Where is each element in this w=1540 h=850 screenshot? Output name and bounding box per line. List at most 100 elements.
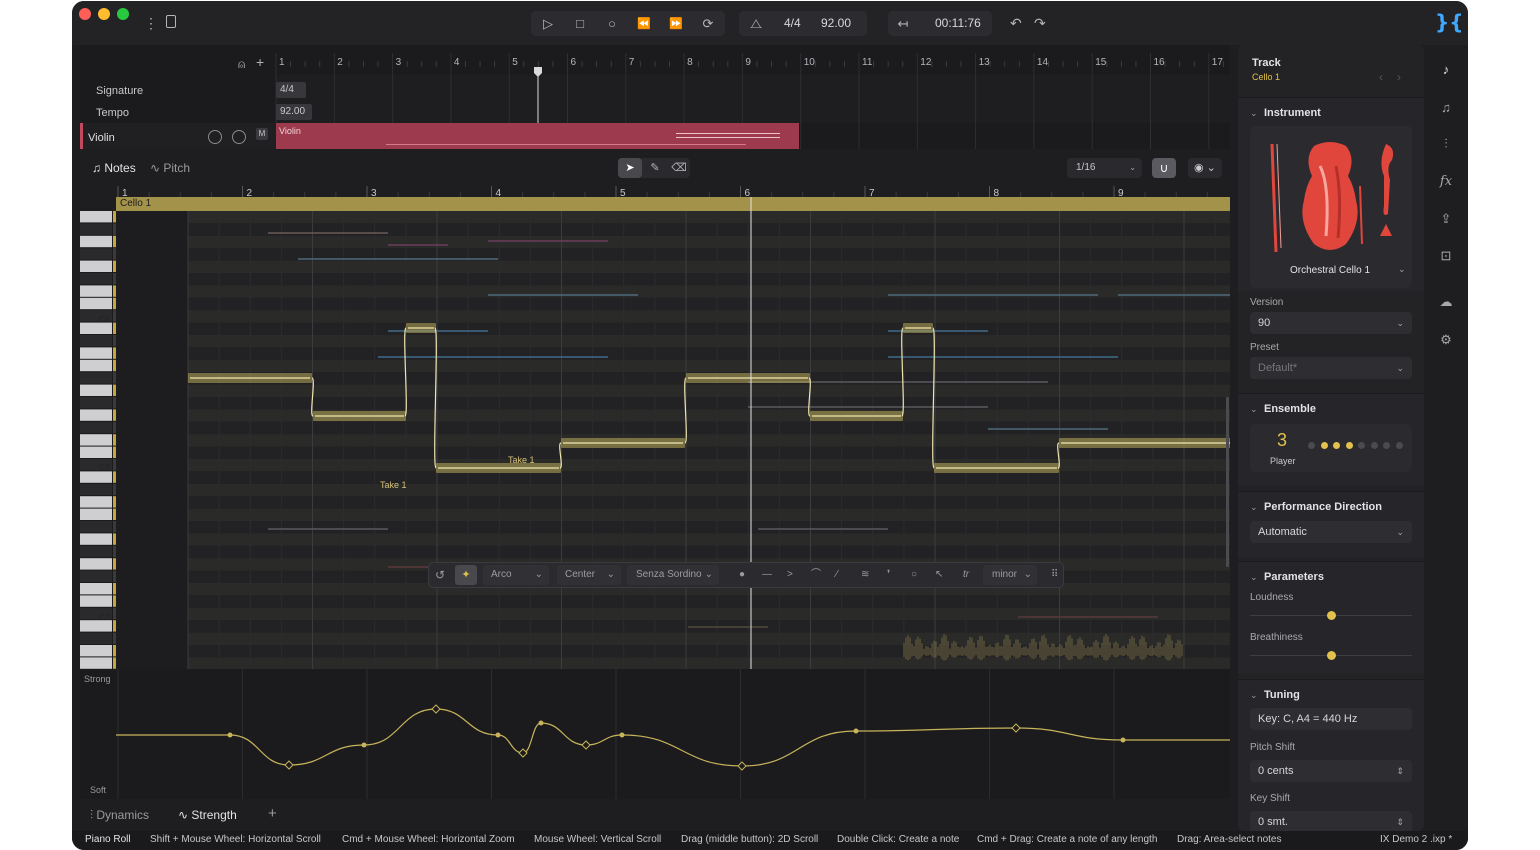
play-icon[interactable]: ▷: [533, 11, 563, 36]
take-label[interactable]: Take 1: [380, 480, 407, 490]
loop-icon[interactable]: ⟳: [693, 11, 723, 36]
chevron-down-icon[interactable]: ⌄: [1250, 404, 1258, 415]
articulation-select[interactable]: Arco ⌄: [483, 565, 549, 585]
snap-magnet-icon[interactable]: ∪: [1152, 158, 1176, 178]
close-window-button[interactable]: [79, 8, 91, 20]
stop-icon[interactable]: □: [565, 11, 595, 36]
eraser-tool-icon[interactable]: ⌫: [667, 158, 691, 178]
strength-curve[interactable]: [116, 669, 1230, 799]
more-icon[interactable]: ⋮: [144, 15, 158, 32]
ensemble-level-dots[interactable]: [1308, 442, 1408, 450]
tempo-display[interactable]: 92.00: [821, 11, 851, 36]
chevron-down-icon[interactable]: ⌄: [1250, 108, 1258, 119]
ensemble-dot[interactable]: [1345, 442, 1353, 449]
accent-icon[interactable]: >: [787, 563, 793, 587]
chevron-down-icon[interactable]: ⌄: [1250, 572, 1258, 583]
metronome-icon[interactable]: ⧍: [741, 11, 771, 36]
stepper-icon[interactable]: ⇕: [1396, 811, 1404, 831]
breathiness-slider[interactable]: [1250, 651, 1412, 660]
gear-icon[interactable]: ⚙: [1436, 330, 1456, 350]
ensemble-dot[interactable]: [1320, 442, 1328, 449]
ensemble-dot[interactable]: [1358, 442, 1365, 449]
ensemble-dot[interactable]: [1395, 442, 1403, 449]
sparkle-icon[interactable]: ✦: [455, 565, 477, 585]
volume-knob[interactable]: [232, 130, 246, 144]
grid-select[interactable]: 1/16 ⌄: [1067, 158, 1142, 178]
reset-icon[interactable]: ↺: [435, 563, 445, 587]
fast-forward-icon[interactable]: ⏩: [661, 11, 691, 36]
robot-icon[interactable]: ⊡: [1436, 246, 1456, 266]
chevron-down-icon[interactable]: ⌄: [1398, 264, 1406, 275]
key-shift-stepper[interactable]: 0 smt. ⇕: [1250, 811, 1412, 831]
document-icon[interactable]: [166, 15, 176, 28]
note-grid[interactable]: Cello 1 Take 1 Take 1: [116, 197, 1230, 669]
pitch-shift-stepper[interactable]: 0 cents ⇕: [1250, 760, 1412, 782]
mute-button[interactable]: M: [256, 128, 268, 140]
rewind-icon[interactable]: ⏪: [629, 11, 659, 36]
tenuto-icon[interactable]: —: [762, 563, 772, 587]
export-icon[interactable]: ⇪: [1436, 209, 1456, 229]
legato-icon[interactable]: ⌒: [811, 563, 821, 587]
ensemble-dot[interactable]: [1370, 442, 1378, 449]
violin-clip[interactable]: Violin: [276, 123, 799, 149]
visibility-icon[interactable]: ◉ ⌄: [1188, 158, 1222, 178]
key-field[interactable]: Key: C, A4 = 440 Hz: [1250, 708, 1412, 730]
mute-select[interactable]: Senza Sordino ⌄: [627, 565, 719, 585]
prev-track-icon[interactable]: ‹: [1379, 70, 1383, 84]
zoom-window-button[interactable]: [117, 8, 129, 20]
trill-icon[interactable]: tr: [963, 563, 969, 587]
ensemble-control[interactable]: 3 Player: [1250, 424, 1412, 472]
tab-notes[interactable]: ♫ Notes: [92, 161, 136, 175]
chevron-down-icon[interactable]: ⌄: [1250, 690, 1258, 701]
add-curve-button[interactable]: +: [268, 805, 277, 822]
portamento-icon[interactable]: ⁄: [836, 563, 838, 587]
breathiness-handle[interactable]: [1327, 651, 1336, 660]
ensemble-dot[interactable]: [1308, 442, 1315, 449]
music-notes-icon[interactable]: ♫: [1436, 97, 1456, 117]
white-key: [80, 496, 112, 508]
tremolo-icon[interactable]: ≋: [861, 563, 869, 587]
instrument-card[interactable]: Orchestral Cello 1 ⌄: [1250, 126, 1412, 288]
time-signature-display[interactable]: 4/4: [784, 11, 801, 36]
next-track-icon[interactable]: ›: [1397, 70, 1401, 84]
piano-keys[interactable]: [80, 211, 118, 669]
staccato-icon[interactable]: ●: [739, 563, 745, 587]
take-label[interactable]: Take 1: [508, 455, 535, 465]
tab-dynamics[interactable]: ⫶ Dynamics: [90, 808, 149, 823]
tempo-marker[interactable]: 92.00: [276, 104, 312, 120]
guitar-icon[interactable]: ♪: [1436, 59, 1456, 79]
ensemble-dot[interactable]: [1333, 442, 1340, 449]
violin-track-header[interactable]: Violin M: [80, 123, 276, 149]
cloud-icon[interactable]: ☁: [1436, 292, 1456, 312]
undo-icon[interactable]: ↶: [1010, 15, 1022, 32]
breath-icon[interactable]: ❜: [887, 563, 890, 587]
note-grid-canvas[interactable]: [116, 197, 1230, 669]
return-to-start-icon[interactable]: ↤: [888, 11, 918, 36]
performance-select[interactable]: Automatic ⌄: [1250, 521, 1412, 543]
position-select[interactable]: Center ⌄: [557, 565, 621, 585]
pencil-tool-icon[interactable]: ✎: [643, 158, 667, 178]
scale-select[interactable]: minor ⌄: [983, 565, 1037, 585]
signature-marker[interactable]: 4/4: [276, 82, 306, 98]
chevron-down-icon[interactable]: ⌄: [1250, 502, 1258, 513]
stepper-icon[interactable]: ⇕: [1396, 760, 1404, 782]
drag-handle-icon[interactable]: ⠿: [1051, 563, 1058, 587]
curve-editor[interactable]: Strong Soft: [80, 669, 1230, 799]
tab-pitch[interactable]: ∿ Pitch: [150, 161, 190, 175]
redo-icon[interactable]: ↷: [1034, 15, 1046, 32]
harmonic-icon[interactable]: ○: [911, 563, 917, 587]
ensemble-dot[interactable]: [1383, 442, 1390, 449]
tab-strength[interactable]: ∿ Strength: [178, 808, 237, 822]
fall-icon[interactable]: ↖: [935, 563, 943, 587]
mixer-icon[interactable]: ⫶: [1436, 134, 1456, 154]
record-icon[interactable]: ○: [597, 11, 627, 36]
minimize-window-button[interactable]: [98, 8, 110, 20]
piano-keyboard[interactable]: C4 C3 C2: [80, 211, 118, 669]
select-tool-icon[interactable]: ➤: [618, 158, 642, 178]
loudness-handle[interactable]: [1327, 611, 1336, 620]
fx-icon[interactable]: fx: [1436, 171, 1456, 191]
loudness-slider[interactable]: [1250, 611, 1412, 620]
preset-select[interactable]: Default* ⌄: [1250, 357, 1412, 379]
version-select[interactable]: 90 ⌄: [1250, 312, 1412, 334]
pan-knob[interactable]: [208, 130, 222, 144]
